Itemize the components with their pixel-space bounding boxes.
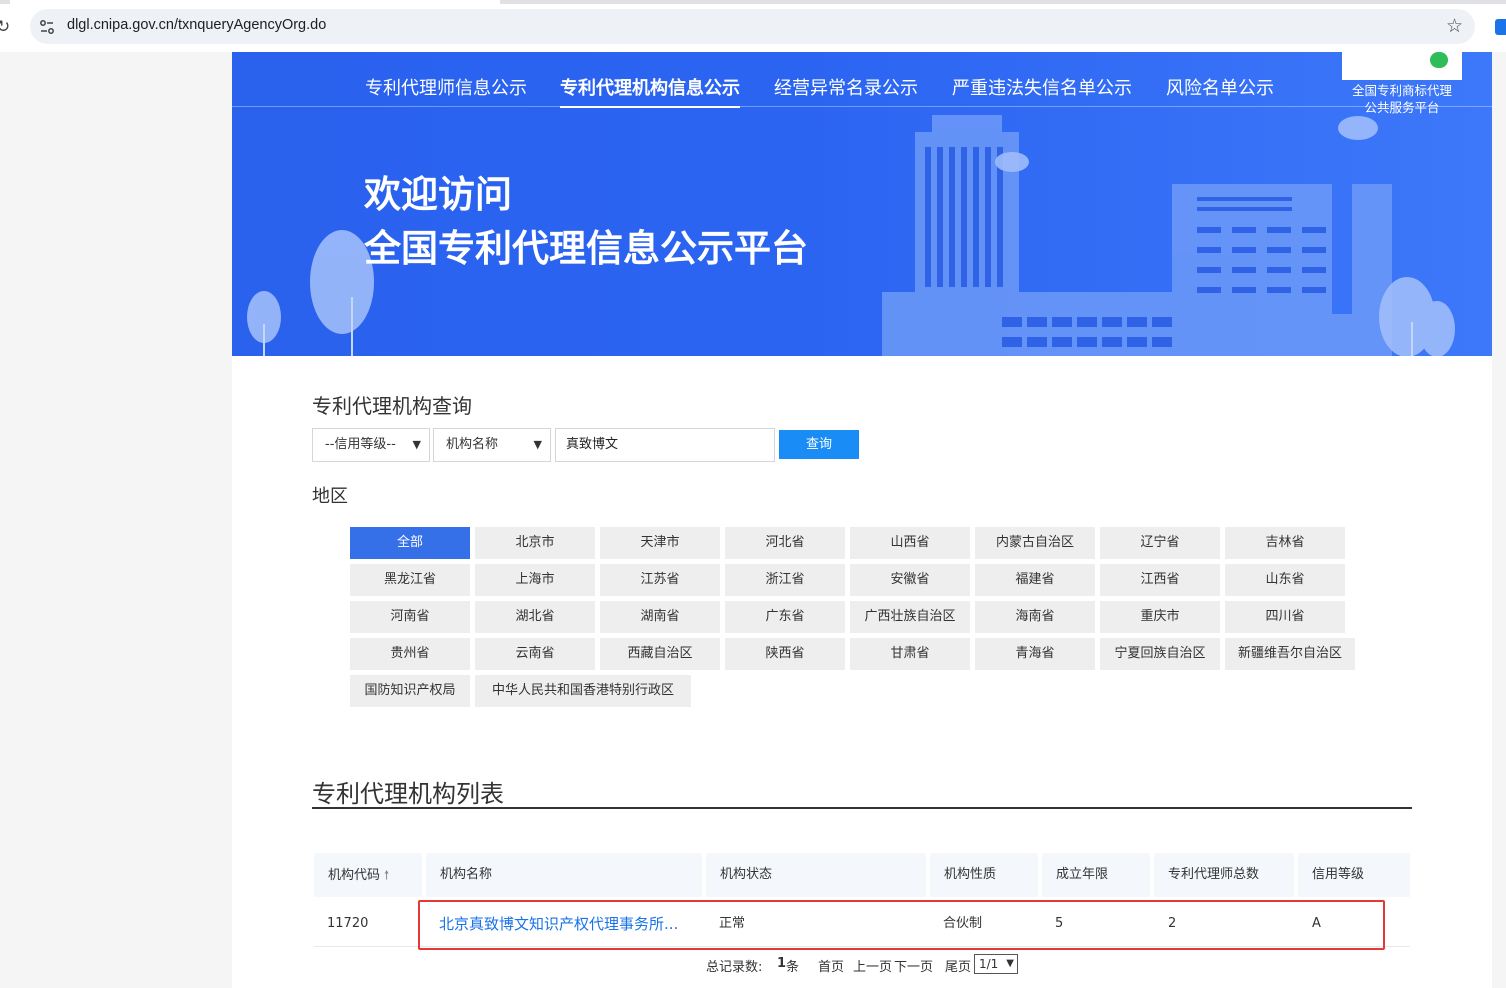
region-item[interactable]: 黑龙江省 — [350, 564, 470, 596]
site-info-icon[interactable] — [38, 18, 56, 36]
column-header-credit: 信用等级 — [1298, 853, 1410, 897]
highlight-annotation — [418, 900, 1385, 950]
region-item[interactable]: 宁夏回族自治区 — [1100, 638, 1220, 670]
qr-caption: 全国专利商标代理 公共服务平台 — [1351, 83, 1452, 115]
region-item[interactable]: 北京市 — [475, 527, 595, 559]
sort-up-icon[interactable]: 🠕 — [384, 868, 389, 882]
region-item[interactable]: 湖南省 — [600, 601, 720, 633]
region-item[interactable]: 重庆市 — [1100, 601, 1220, 633]
nav-item-abnormal-list[interactable]: 经营异常名录公示 — [774, 74, 918, 100]
chevron-down-icon: ▼ — [1006, 958, 1014, 969]
region-item[interactable]: 贵州省 — [350, 638, 470, 670]
banner: 专利代理师信息公示 专利代理机构信息公示 经营异常名录公示 严重违法失信名单公示… — [232, 52, 1492, 356]
welcome-heading: 欢迎访问 — [364, 173, 512, 216]
nav-item-dishonest-list[interactable]: 严重违法失信名单公示 — [952, 74, 1132, 100]
cell-code: 11720 — [327, 916, 369, 931]
column-header-agent-count: 专利代理师总数 — [1154, 853, 1294, 897]
top-nav: 专利代理师信息公示 专利代理机构信息公示 经营异常名录公示 严重违法失信名单公示… — [232, 52, 1492, 108]
region-item[interactable]: 青海省 — [975, 638, 1095, 670]
page-select[interactable]: 1/1 ▼ — [974, 954, 1018, 974]
region-item[interactable]: 上海市 — [475, 564, 595, 596]
browser-toolbar: ↻ dlgl.cnipa.gov.cn/txnqueryAgencyOrg.do… — [0, 0, 1506, 52]
search-field-select[interactable]: 机构名称 ▼ — [433, 428, 551, 462]
wechat-icon — [1430, 52, 1448, 68]
region-item[interactable]: 广东省 — [725, 601, 845, 633]
region-item[interactable]: 全部 — [350, 527, 470, 559]
address-bar[interactable]: dlgl.cnipa.gov.cn/txnqueryAgencyOrg.do ☆ — [30, 9, 1475, 44]
prev-page-link[interactable]: 上一页 — [853, 956, 892, 975]
first-page-link[interactable]: 首页 — [818, 956, 844, 975]
search-section-title: 专利代理机构查询 — [312, 394, 472, 418]
region-title: 地区 — [312, 486, 348, 507]
chevron-down-icon: ▼ — [412, 438, 421, 451]
column-header-status: 机构状态 — [706, 853, 926, 897]
region-item[interactable]: 海南省 — [975, 601, 1095, 633]
next-page-link[interactable]: 下一页 — [894, 956, 933, 975]
region-item[interactable]: 江西省 — [1100, 564, 1220, 596]
credit-level-select[interactable]: --信用等级-- ▼ — [312, 428, 430, 462]
region-item[interactable]: 四川省 — [1225, 601, 1345, 633]
region-item[interactable]: 内蒙古自治区 — [975, 527, 1095, 559]
region-filter: 全部 北京市 天津市 河北省 山西省 内蒙古自治区 辽宁省 吉林省黑龙江省 上海市 江苏省 浙江省安… — [350, 527, 1390, 712]
search-button[interactable]: 查询 — [779, 430, 859, 459]
region-item[interactable]: 河南省 — [350, 601, 470, 633]
chevron-down-icon: ▼ — [533, 438, 542, 451]
region-item[interactable]: 安徽省 — [850, 564, 970, 596]
region-item[interactable]: 山东省 — [1225, 564, 1345, 596]
total-unit: 条 — [786, 960, 800, 975]
region-item[interactable]: 陕西省 — [725, 638, 845, 670]
extension-icon[interactable] — [1495, 19, 1506, 35]
active-tab[interactable] — [10, 0, 500, 4]
region-item[interactable]: 中华人民共和国香港特别行政区 — [475, 675, 691, 707]
total-label: 总记录数: — [706, 960, 763, 975]
tab-strip — [0, 0, 1506, 4]
last-page-link[interactable]: 尾页 — [945, 956, 971, 975]
nav-item-risk-list[interactable]: 风险名单公示 — [1166, 74, 1274, 100]
nav-item-agency-info[interactable]: 专利代理机构信息公示 — [560, 74, 740, 108]
region-item[interactable]: 山西省 — [850, 527, 970, 559]
region-item[interactable]: 河北省 — [725, 527, 845, 559]
total-count: 1 — [777, 956, 787, 971]
region-item[interactable]: 国防知识产权局 — [350, 675, 470, 707]
page-content: 专利代理师信息公示 专利代理机构信息公示 经营异常名录公示 严重违法失信名单公示… — [232, 52, 1492, 988]
region-item[interactable]: 天津市 — [600, 527, 720, 559]
reload-icon[interactable]: ↻ — [0, 17, 16, 37]
region-item[interactable]: 福建省 — [975, 564, 1095, 596]
column-header-years: 成立年限 — [1042, 853, 1150, 897]
region-item[interactable]: 湖北省 — [475, 601, 595, 633]
region-item[interactable]: 江苏省 — [600, 564, 720, 596]
region-item[interactable]: 西藏自治区 — [600, 638, 720, 670]
search-input[interactable]: 真致博文 — [555, 428, 775, 462]
bookmark-star-icon[interactable]: ☆ — [1446, 15, 1463, 37]
region-item[interactable]: 新疆维吾尔自治区 — [1225, 638, 1355, 670]
region-item[interactable]: 吉林省 — [1225, 527, 1345, 559]
list-title: 专利代理机构列表 — [312, 780, 504, 808]
column-header-code[interactable]: 机构代码 🠕 — [314, 853, 422, 897]
region-item[interactable]: 浙江省 — [725, 564, 845, 596]
column-header-name: 机构名称 — [426, 853, 702, 897]
url-text[interactable]: dlgl.cnipa.gov.cn/txnqueryAgencyOrg.do — [67, 17, 326, 33]
platform-heading: 全国专利代理信息公示平台 — [364, 227, 808, 270]
region-item[interactable]: 广西壮族自治区 — [850, 601, 970, 633]
region-item[interactable]: 甘肃省 — [850, 638, 970, 670]
list-divider — [312, 807, 1412, 809]
region-item[interactable]: 云南省 — [475, 638, 595, 670]
region-item[interactable]: 辽宁省 — [1100, 527, 1220, 559]
column-header-nature: 机构性质 — [930, 853, 1038, 897]
qr-code-icon — [1342, 52, 1462, 80]
nav-item-agent-info[interactable]: 专利代理师信息公示 — [365, 74, 527, 100]
